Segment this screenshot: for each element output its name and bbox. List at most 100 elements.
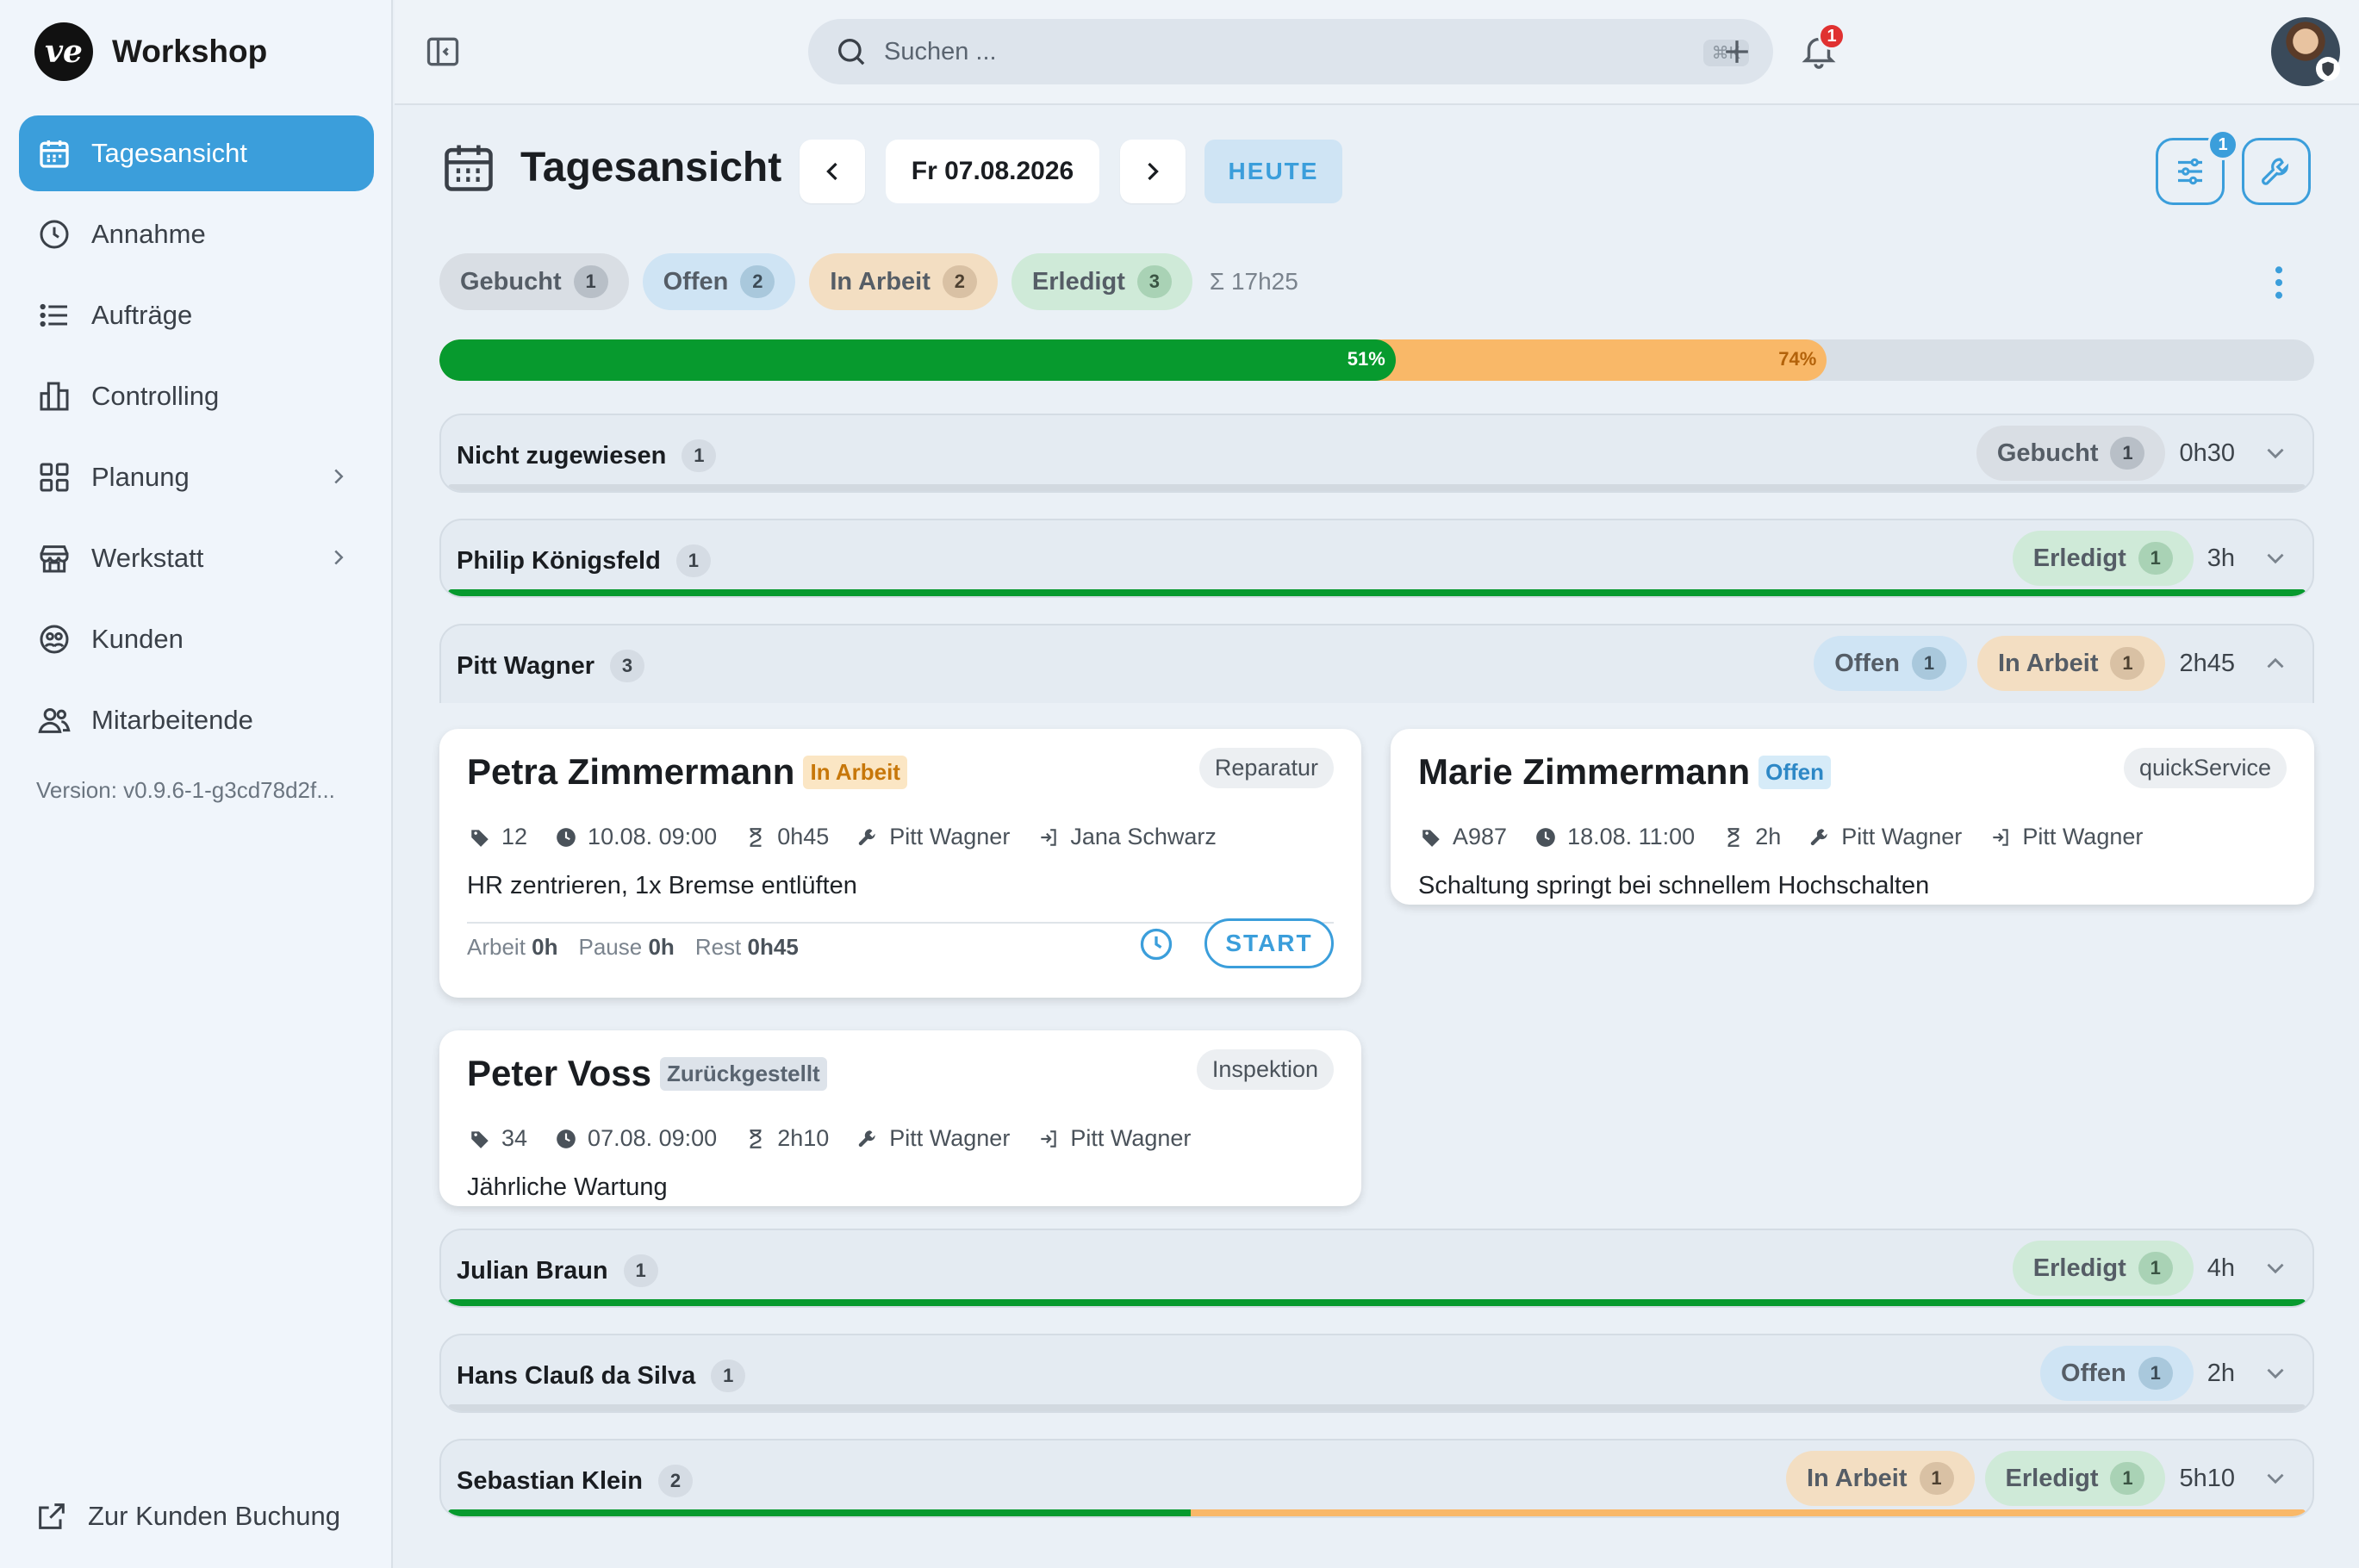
sidebar-item-kunden[interactable]: Kunden bbox=[19, 601, 374, 677]
group-row[interactable]: Philip Königsfeld 1 Erledigt 1 3h bbox=[439, 519, 2314, 598]
clock-icon bbox=[555, 1128, 588, 1150]
sidebar-item-tagesansicht[interactable]: Tagesansicht bbox=[19, 115, 374, 191]
sidebar-item-controlling[interactable]: Controlling bbox=[19, 358, 374, 434]
time-log-icon[interactable] bbox=[1137, 925, 1175, 963]
assignee-name: Pitt Wagner bbox=[2022, 824, 2144, 849]
pill-label: Erledigt bbox=[1031, 267, 1125, 296]
job-card[interactable]: Petra Zimmermann In Arbeit Reparatur 12 … bbox=[439, 729, 1361, 998]
sidebar-item-annahme[interactable]: Annahme bbox=[19, 196, 374, 272]
group-row[interactable]: Hans Clauß da Silva 1 Offen 1 2h bbox=[439, 1334, 2314, 1413]
job-duration: 2h10 bbox=[777, 1125, 830, 1151]
sidebar-item-mitarbeitende[interactable]: Mitarbeitende bbox=[19, 682, 374, 758]
filter-pill-erledigt[interactable]: Erledigt 3 bbox=[1011, 253, 1192, 310]
mechanic-name: Pitt Wagner bbox=[1841, 824, 1963, 849]
order-tag: 34 bbox=[501, 1125, 528, 1151]
date-picker-button[interactable]: Fr 07.08.2026 bbox=[886, 140, 1099, 203]
order-tag: A987 bbox=[1453, 824, 1508, 849]
rest-time: 0h45 bbox=[747, 934, 799, 960]
start-button[interactable]: START bbox=[1204, 918, 1334, 968]
wrench-icon bbox=[856, 826, 889, 849]
more-options-icon[interactable] bbox=[2266, 264, 2292, 302]
pause-time: 0h bbox=[648, 934, 675, 960]
chevron-down-icon[interactable] bbox=[2261, 1359, 2290, 1388]
tag-icon bbox=[469, 1128, 501, 1150]
sidebar-item-label: Aufträge bbox=[91, 300, 193, 330]
chevron-up-icon[interactable] bbox=[2261, 649, 2290, 678]
sidebar-item-planung[interactable]: Planung bbox=[19, 439, 374, 515]
next-day-button[interactable] bbox=[1120, 140, 1186, 203]
today-button[interactable]: HEUTE bbox=[1204, 140, 1342, 203]
work-label: Arbeit bbox=[467, 934, 526, 960]
chevron-down-icon[interactable] bbox=[2261, 439, 2290, 468]
store-icon bbox=[36, 540, 72, 576]
group-count: 1 bbox=[675, 544, 711, 577]
chevron-right-icon bbox=[1137, 156, 1168, 187]
wrench-icon bbox=[856, 1128, 889, 1150]
building-chart-icon bbox=[36, 378, 72, 414]
search-input[interactable] bbox=[884, 37, 1573, 66]
group-row[interactable]: Julian Braun 1 Erledigt 1 4h bbox=[439, 1229, 2314, 1308]
pill-label: Erledigt bbox=[2032, 1254, 2126, 1282]
shield-icon bbox=[2316, 57, 2340, 81]
customer-name: Petra Zimmermann bbox=[467, 751, 795, 792]
appointment-time: 07.08. 09:00 bbox=[588, 1125, 718, 1151]
group-badge-gebucht: Gebucht 1 bbox=[1976, 426, 2166, 481]
customers-icon bbox=[36, 621, 72, 657]
group-duration: 2h45 bbox=[2179, 649, 2235, 677]
pill-count: 1 bbox=[2138, 542, 2173, 575]
page-title: Tagesansicht bbox=[520, 144, 782, 190]
sidebar-item-werkstatt[interactable]: Werkstatt bbox=[19, 520, 374, 596]
chevron-left-icon bbox=[817, 156, 848, 187]
sidebar-item-auftraege[interactable]: Aufträge bbox=[19, 277, 374, 353]
group-badge-erledigt: Erledigt 1 bbox=[2012, 1241, 2194, 1296]
time-summary: Arbeit 0h Pause 0h Rest 0h45 bbox=[467, 934, 799, 961]
pill-label: Offen bbox=[2061, 1359, 2126, 1387]
progress-done bbox=[439, 339, 1396, 381]
group-row-expanded[interactable]: Pitt Wagner 3 Offen 1 In Arbeit 1 2h45 bbox=[439, 624, 2314, 703]
chevron-down-icon[interactable] bbox=[2261, 1464, 2290, 1493]
job-card[interactable]: Marie Zimmermann Offen quickService A987… bbox=[1391, 729, 2314, 905]
group-progress bbox=[448, 484, 2306, 491]
order-tag: 12 bbox=[501, 824, 528, 849]
hourglass-icon bbox=[744, 1128, 777, 1150]
filter-pill-offen[interactable]: Offen 2 bbox=[642, 253, 796, 310]
chevron-right-icon bbox=[326, 544, 352, 570]
add-icon[interactable] bbox=[1718, 33, 1756, 71]
job-duration: 0h45 bbox=[777, 824, 830, 849]
group-name: Sebastian Klein bbox=[457, 1466, 643, 1495]
pill-label: Erledigt bbox=[2032, 544, 2126, 572]
filter-pill-in-arbeit[interactable]: In Arbeit 2 bbox=[809, 253, 998, 310]
previous-day-button[interactable] bbox=[800, 140, 865, 203]
brand-logo: ve bbox=[34, 22, 93, 81]
filter-pill-gebucht[interactable]: Gebucht 1 bbox=[439, 253, 629, 310]
pill-label: Offen bbox=[1834, 649, 1900, 677]
customer-name: Peter Voss bbox=[467, 1053, 651, 1093]
sidebar-item-label: Planung bbox=[91, 462, 190, 492]
job-card[interactable]: Peter Voss Zurückgestellt Inspektion 34 … bbox=[439, 1030, 1361, 1206]
total-duration: Σ 17h25 bbox=[1209, 268, 1298, 295]
brand-name: Workshop bbox=[112, 34, 268, 69]
pill-count: 1 bbox=[573, 265, 608, 298]
customer-booking-link[interactable]: Zur Kunden Buchung bbox=[34, 1499, 340, 1534]
chevron-down-icon[interactable] bbox=[2261, 1254, 2290, 1283]
pill-label: Gebucht bbox=[1996, 439, 2099, 467]
group-progress-segment bbox=[448, 1509, 1192, 1516]
chevron-down-icon[interactable] bbox=[2261, 544, 2290, 573]
sidebar-item-label: Kunden bbox=[91, 624, 184, 654]
brand[interactable]: ve Workshop bbox=[34, 22, 267, 81]
tag-icon bbox=[1420, 826, 1453, 849]
group-row[interactable]: Nicht zugewiesen 1 Gebucht 1 0h30 bbox=[439, 414, 2314, 493]
pill-label: Offen bbox=[663, 267, 729, 296]
group-progress-segment bbox=[1191, 1509, 2306, 1516]
progress-active-label: 74% bbox=[1778, 348, 1817, 370]
search-bar[interactable]: ⌘K bbox=[808, 19, 1773, 84]
status-badge: Offen bbox=[1758, 755, 1832, 789]
group-duration: 4h bbox=[2207, 1254, 2235, 1282]
group-row[interactable]: Sebastian Klein 2 In Arbeit 1 Erledigt 1 5h… bbox=[439, 1439, 2314, 1518]
pill-count: 1 bbox=[2110, 1462, 2145, 1495]
group-badge-in-arbeit: In Arbeit 1 bbox=[1976, 636, 2166, 691]
pill-count: 1 bbox=[2110, 437, 2145, 470]
grid-icon bbox=[36, 459, 72, 495]
sidebar-toggle-icon[interactable] bbox=[424, 33, 462, 71]
settings-button[interactable] bbox=[2242, 138, 2311, 205]
